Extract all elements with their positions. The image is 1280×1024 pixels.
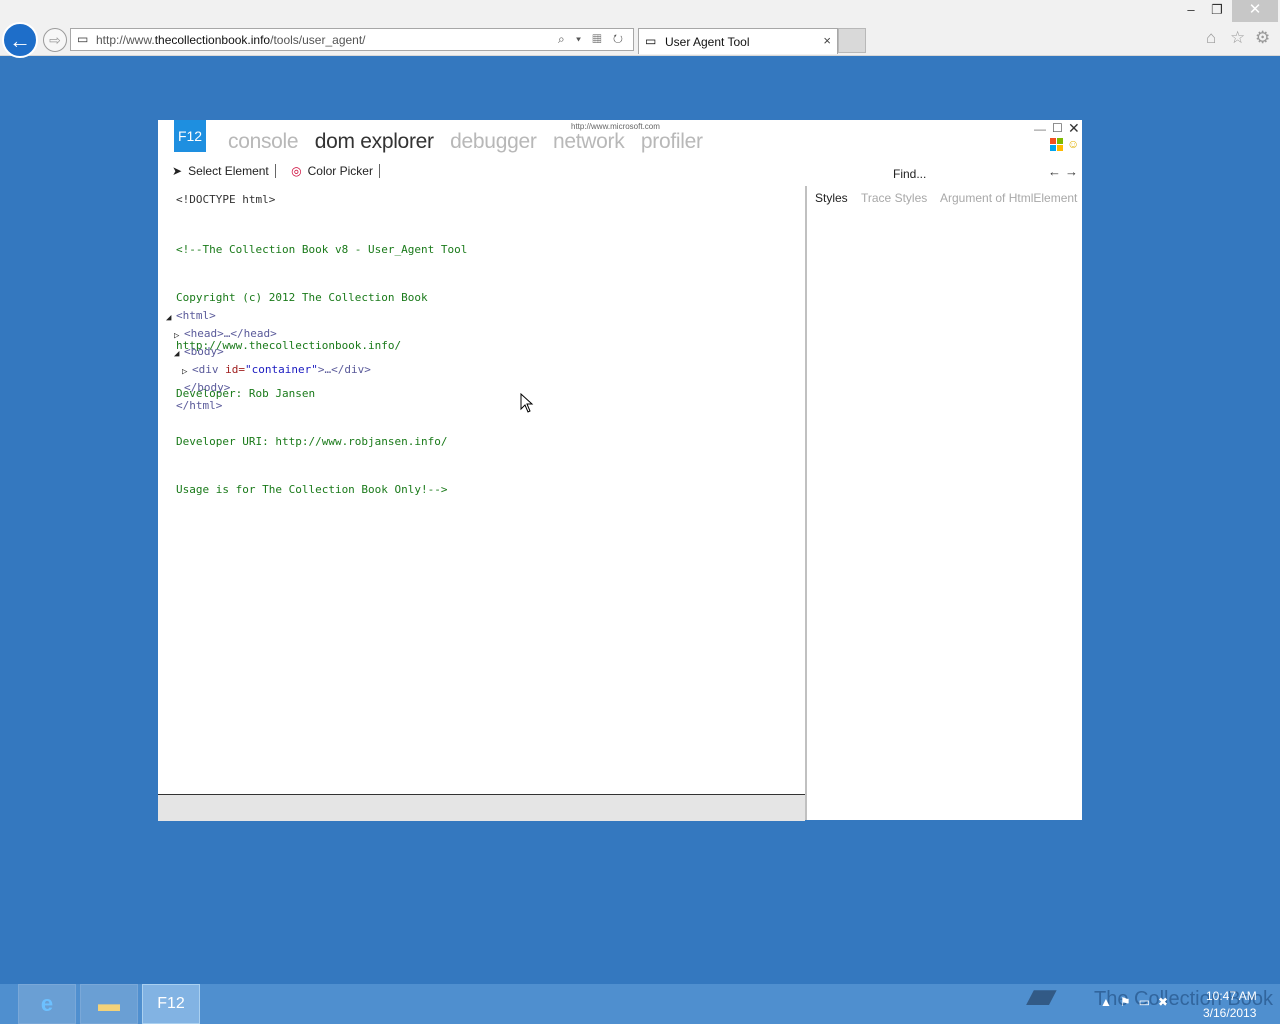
tiles-icon [1050,138,1064,152]
expand-arrow-icon[interactable]: ▷ [174,328,179,344]
minimize-button[interactable]: – [1180,0,1202,22]
tab-profiler[interactable]: profiler [641,130,703,153]
dom-toolbar: ➤ Select Element ◎ Color Picker [166,164,386,178]
explorer-taskbar-button[interactable]: ▬ [80,984,138,1024]
cursor-icon: ➤ [172,164,183,178]
folder-icon: ▬ [98,991,120,1016]
mouse-cursor-icon [520,393,534,413]
browser-tab[interactable]: ▭ User Agent Tool × [638,28,838,54]
tab-trace-styles[interactable]: Trace Styles [861,191,927,205]
collapse-arrow-icon[interactable]: ◢ [174,346,179,362]
find-prev-icon[interactable]: ← [1048,164,1065,179]
settings-icon[interactable]: ⚙ [1255,28,1270,48]
doctype-node[interactable]: <!DOCTYPE html> [176,192,275,208]
browser-chrome: – ❐ ✕ ← ⇨ ▭ http://www.thecollectionbook… [0,0,1280,58]
color-picker-label: Color Picker [307,164,373,178]
clock-date[interactable]: 3/16/2013 [1203,1006,1256,1020]
url-path: /tools/user_agent/ [270,33,366,47]
div-container-node[interactable]: <div id="container">…</div> [192,362,371,378]
div-rest: >…</div> [317,363,371,376]
address-text[interactable]: http://www.thecollectionbook.info/tools/… [96,33,366,47]
book-logo-icon: ▰ [1026,973,1057,1017]
url-prefix: http://www. [96,33,155,47]
breadcrumb-bar [158,794,805,821]
url-domain: thecollectionbook.info [154,33,271,47]
tab-styles[interactable]: Styles [815,191,848,205]
styles-panel: Styles Trace Styles Argument of HtmlElem… [807,186,1082,820]
f12-minimize-icon[interactable]: — [1034,122,1046,136]
comment-line: Copyright (c) 2012 The Collection Book [176,291,428,304]
tab-console[interactable]: console [228,130,299,153]
find-nav: ←→ [1048,164,1082,179]
f12-close-icon[interactable]: ✕ [1068,120,1080,137]
f12-taskbar-button[interactable]: F12 [142,984,200,1024]
collapse-arrow-icon[interactable]: ◢ [166,310,171,326]
smiley-icon[interactable]: ☺ [1067,137,1079,151]
expand-arrow-icon[interactable]: ▷ [182,364,187,380]
home-icon[interactable]: ⌂ [1206,28,1216,48]
f12-logo: F12 [174,120,206,152]
address-tools-icon[interactable]: ⌕ ▾ ▦ ↻ [558,32,627,47]
taskbar: e ▬ F12 [0,984,1280,1024]
html-node[interactable]: <html> [176,308,216,324]
clock-time[interactable]: 10:47 AM [1206,989,1257,1003]
f12-task-label: F12 [157,995,185,1012]
address-bar[interactable]: ▭ http://www.thecollectionbook.info/tool… [70,28,634,51]
f12-devtools-window: F12 http://www.microsoft.com console dom… [158,120,1082,821]
tab-network[interactable]: network [553,130,625,153]
page-icon: ▭ [77,32,89,46]
body-close-node[interactable]: </body> [184,380,230,396]
attr-name: id= [225,363,245,376]
tab-close-icon[interactable]: × [823,33,831,48]
dom-tree[interactable]: <!DOCTYPE html> <!--The Collection Book … [158,186,806,794]
select-element-label: Select Element [188,164,269,178]
forward-button[interactable]: ⇨ [43,28,67,52]
f12-tab-bar: console dom explorer debugger network pr… [228,130,715,154]
comment-line: <!--The Collection Book v8 - User_Agent … [176,243,468,256]
attr-value: "container" [245,363,318,376]
div-tag: <div [192,363,226,376]
color-wheel-icon: ◎ [291,164,302,178]
f12-restore-icon[interactable]: ☐ [1052,121,1063,135]
comment-line: Usage is for The Collection Book Only!--… [176,483,448,496]
head-node[interactable]: <head>…</head> [184,326,277,342]
select-element-button[interactable]: ➤ Select Element [166,164,276,178]
tab-title: User Agent Tool [665,35,750,49]
favorites-icon[interactable]: ☆ [1230,28,1245,48]
ie-taskbar-button[interactable]: e [18,984,76,1024]
new-tab-button[interactable] [838,28,866,53]
color-picker-button[interactable]: ◎ Color Picker [285,164,380,178]
restore-button[interactable]: ❐ [1206,0,1228,22]
tab-argument[interactable]: Argument of HtmlElement [940,191,1077,205]
ie-icon: e [40,991,54,1016]
find-next-icon[interactable]: → [1065,164,1082,179]
find-input[interactable]: Find... [893,167,926,181]
close-button[interactable]: ✕ [1232,0,1278,22]
tab-debugger[interactable]: debugger [450,130,537,153]
back-button[interactable]: ← [2,22,38,58]
comment-line: Developer URI: http://www.robjansen.info… [176,435,448,448]
html-close-node[interactable]: </html> [176,398,222,414]
body-node[interactable]: <body> [184,344,224,360]
tab-dom-explorer[interactable]: dom explorer [315,130,434,153]
tab-page-icon: ▭ [645,34,657,48]
system-tray[interactable]: ▲⚑▭✖ [1100,995,1176,1009]
